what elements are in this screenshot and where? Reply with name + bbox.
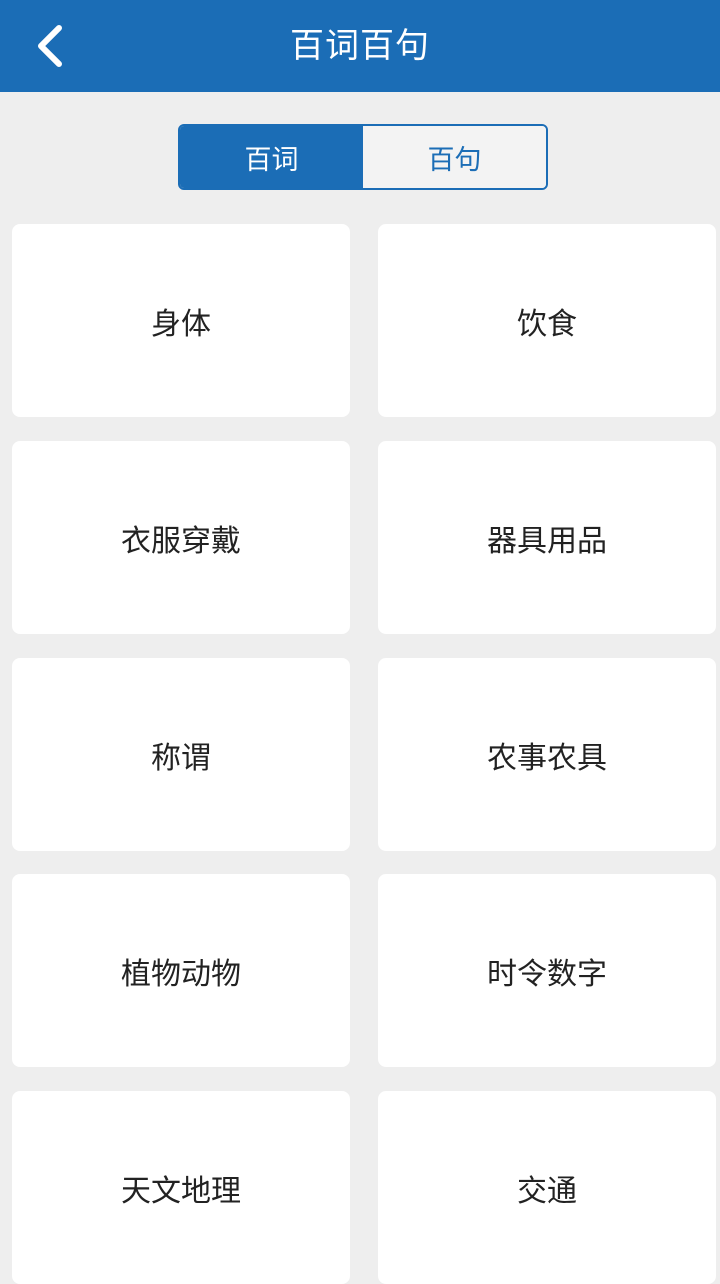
segmented-control: 百词 百句 [178, 124, 548, 190]
category-card-clothing[interactable]: 衣服穿戴 [12, 441, 350, 634]
category-card-astronomy-geography[interactable]: 天文地理 [12, 1091, 350, 1284]
category-card-plants-animals[interactable]: 植物动物 [12, 874, 350, 1067]
page-title: 百词百句 [290, 26, 430, 66]
tab-words[interactable]: 百词 [180, 126, 363, 188]
category-card-address-terms[interactable]: 称谓 [12, 658, 350, 851]
app-header: 百词百句 [0, 0, 720, 92]
category-card-transportation[interactable]: 交通 [378, 1091, 716, 1284]
category-card-body[interactable]: 身体 [12, 224, 350, 417]
category-card-farming[interactable]: 农事农具 [378, 658, 716, 851]
category-card-utensils[interactable]: 器具用品 [378, 441, 716, 634]
category-card-food[interactable]: 饮食 [378, 224, 716, 417]
tab-sentences[interactable]: 百句 [363, 126, 546, 188]
category-card-seasons-numbers[interactable]: 时令数字 [378, 874, 716, 1067]
